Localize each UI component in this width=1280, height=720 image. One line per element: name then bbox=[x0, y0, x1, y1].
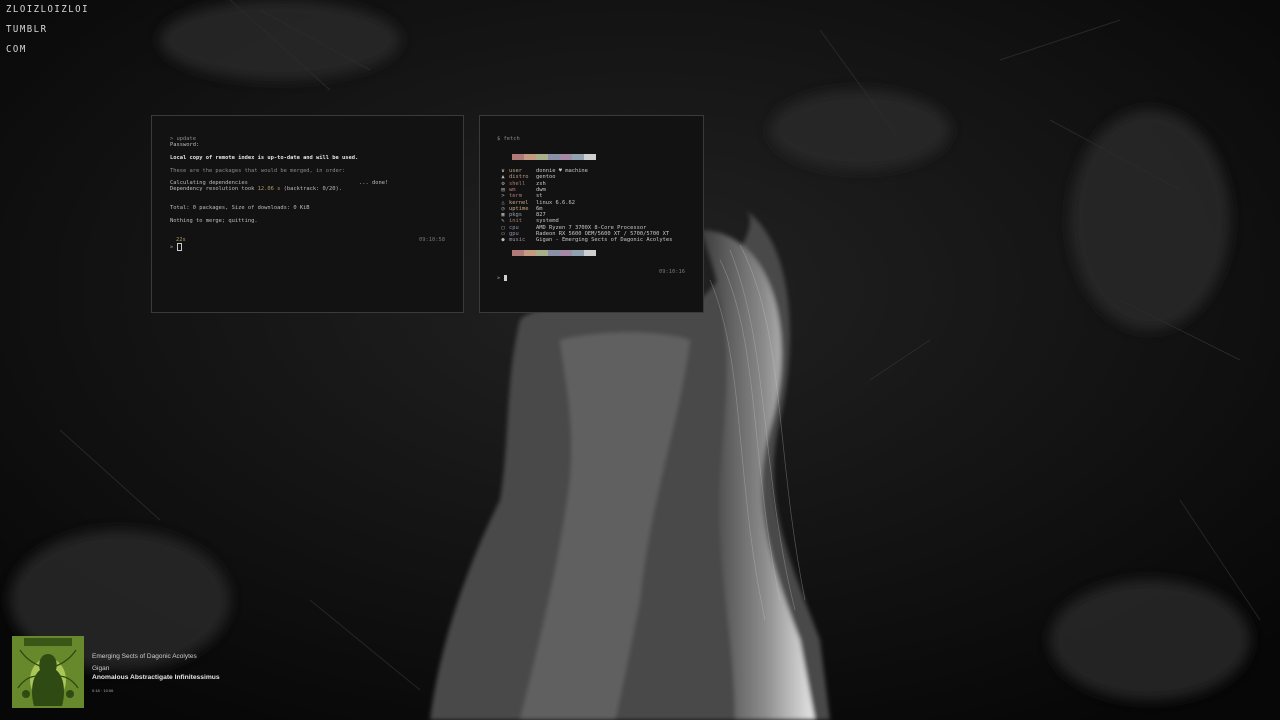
color-swatch bbox=[524, 250, 536, 256]
color-swatch-row-bottom bbox=[512, 250, 596, 256]
index-message: Local copy of remote index is up-to-date… bbox=[170, 155, 359, 161]
prompt-symbol: > bbox=[497, 275, 501, 282]
prompt-command: $ fetch bbox=[497, 136, 520, 142]
prompt-line[interactable]: > bbox=[497, 275, 507, 282]
cursor bbox=[176, 243, 182, 251]
music-widget[interactable]: Emerging Sects of Dagonic Acolytes Gigan… bbox=[12, 636, 272, 708]
calc-deps-done: ... done! bbox=[359, 180, 389, 186]
color-swatch bbox=[524, 154, 536, 160]
corner-line-3: COM bbox=[6, 44, 27, 55]
corner-line-1: ZLOIZLOIZLOI bbox=[6, 4, 90, 16]
color-swatch bbox=[536, 154, 548, 160]
fetch-row-music: ● music Gigan - Emerging Sects of Dagonic … bbox=[500, 237, 700, 243]
corner-watermark: ZLOIZLOIZLOI TUMBLR COM bbox=[6, 5, 89, 65]
color-swatch bbox=[584, 250, 596, 256]
timestamp: 09:10:16 bbox=[659, 269, 685, 275]
merge-header: These are the packages that would be mer… bbox=[170, 168, 346, 174]
color-swatch bbox=[512, 154, 524, 160]
color-swatch bbox=[548, 250, 560, 256]
dep-res-time: 12.06 s bbox=[257, 186, 281, 192]
prompt-line[interactable]: > bbox=[170, 243, 182, 251]
timestamp: 09:10:58 bbox=[419, 237, 445, 243]
desktop-wallpaper bbox=[0, 0, 1280, 720]
dep-resolution: Dependency resolution took 12.06 s (back… bbox=[170, 186, 342, 192]
album-title: Emerging Sects of Dagonic Acolytes bbox=[92, 653, 197, 660]
artist-name: Gigan bbox=[92, 665, 110, 672]
total-line: Total: 0 packages, Size of downloads: 0 … bbox=[170, 205, 310, 211]
fetch-key: music bbox=[509, 237, 526, 244]
prompt-symbol: > bbox=[170, 244, 174, 251]
cursor bbox=[503, 275, 507, 281]
track-title: Anomalous Abstractigate Infinitessimus bbox=[92, 674, 220, 681]
color-swatch-row-top bbox=[512, 154, 596, 160]
dep-res-post: (backtrack: 0/20). bbox=[280, 186, 343, 192]
color-swatch bbox=[536, 250, 548, 256]
dep-res-pre: Dependency resolution took bbox=[170, 186, 258, 192]
color-swatch bbox=[512, 250, 524, 256]
color-swatch bbox=[572, 154, 584, 160]
fetch-value: Gigan - Emerging Sects of Dagonic Acolyt… bbox=[536, 237, 673, 244]
nothing-line: Nothing to merge; quitting. bbox=[170, 218, 258, 224]
password-prompt: Password: bbox=[170, 142, 200, 148]
terminal-fetch[interactable]: $ fetch ♛ user donnie ♥ machine ▲ distro gent… bbox=[479, 115, 704, 313]
corner-line-2: TUMBLR bbox=[6, 24, 48, 36]
color-swatch bbox=[560, 154, 572, 160]
color-swatch bbox=[548, 154, 560, 160]
terminal-update[interactable]: > update Password: Local copy of remote … bbox=[151, 115, 464, 313]
track-time: 0:18 · 10:06 bbox=[92, 688, 114, 693]
music-icon: ● bbox=[501, 237, 505, 244]
color-swatch bbox=[560, 250, 572, 256]
color-swatch bbox=[584, 154, 596, 160]
album-art bbox=[12, 636, 84, 708]
color-swatch bbox=[572, 250, 584, 256]
